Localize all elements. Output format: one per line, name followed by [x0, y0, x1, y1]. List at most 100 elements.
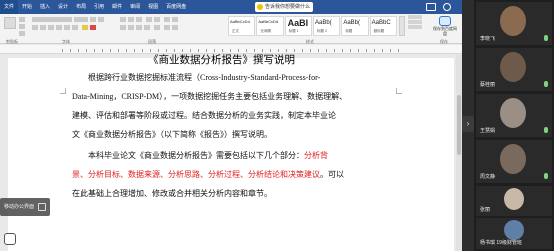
bold-icon[interactable]: [32, 25, 38, 30]
shrink-font-icon[interactable]: [98, 17, 104, 22]
style-sample: AaBb(: [343, 20, 360, 26]
tab-insert[interactable]: 插入: [36, 0, 54, 14]
copy-icon[interactable]: [19, 24, 25, 29]
style-heading-1[interactable]: AaBl 标题 1: [284, 16, 312, 36]
participant-tile[interactable]: 张丽: [476, 186, 552, 216]
tab-design[interactable]: 设计: [54, 0, 72, 14]
style-subtitle[interactable]: AaBbC 副标题: [369, 16, 397, 36]
collapse-panel-button[interactable]: ›: [462, 116, 474, 132]
bullets-icon[interactable]: [120, 17, 126, 22]
ruler-tick: [134, 49, 135, 52]
styles-gallery: AaBbCcDd 正文 AaBbCcDd 无间隔 AaBl 标题 1 AaBb(…: [228, 16, 398, 36]
mic-icon: [544, 173, 548, 179]
ruler-tick: [78, 49, 79, 52]
ruler-tick: [310, 49, 311, 52]
app-icon[interactable]: [4, 233, 16, 245]
editing-group: [408, 15, 428, 30]
style-title[interactable]: AaBb( 标题: [341, 16, 369, 36]
paragraph-2-line-1: 本科毕业论文《商业数据分析报告》需要包括以下几个部分：分析背: [88, 150, 328, 161]
multilevel-list-icon[interactable]: [136, 17, 142, 22]
tab-mailings[interactable]: 邮件: [108, 0, 126, 14]
ruler-tick: [102, 49, 103, 52]
show-marks-icon[interactable]: [172, 17, 178, 22]
decrease-indent-icon[interactable]: [146, 17, 152, 22]
shading-icon[interactable]: [164, 25, 170, 30]
style-heading-2[interactable]: AaBb( 标题 2: [312, 16, 341, 36]
font-name-select[interactable]: [32, 17, 72, 22]
meeting-toolbar-overlay[interactable]: 移动办公界面: [0, 198, 50, 216]
participant-avatar: [504, 220, 524, 240]
style-sample: AaBb(: [314, 20, 332, 26]
align-right-icon[interactable]: [136, 25, 142, 30]
ruler-tick: [142, 49, 143, 52]
margin-corner-mark: [396, 88, 402, 94]
paste-icon[interactable]: [4, 17, 16, 29]
style-normal[interactable]: AaBbCcDd 正文: [228, 16, 256, 36]
tab-layout[interactable]: 布局: [72, 0, 90, 14]
style-no-spacing[interactable]: AaBbCcDd 无间隔: [256, 16, 284, 36]
increase-indent-icon[interactable]: [154, 17, 160, 22]
styles-more-button[interactable]: [399, 16, 405, 36]
strikethrough-icon[interactable]: [56, 25, 62, 30]
superscript-icon[interactable]: [72, 25, 78, 30]
borders-icon[interactable]: [172, 25, 178, 30]
align-left-icon[interactable]: [120, 25, 126, 30]
save-to-netdisk-button[interactable]: 保存到百度网盘: [432, 16, 458, 36]
participant-tile[interactable]: 蔡桂丽: [476, 48, 552, 91]
italic-icon[interactable]: [40, 25, 46, 30]
share-icon[interactable]: [426, 3, 436, 11]
align-center-icon[interactable]: [128, 25, 134, 30]
scrollbar-thumb[interactable]: [457, 95, 461, 155]
format-painter-icon[interactable]: [19, 31, 25, 36]
ruler-tick: [110, 49, 111, 52]
cut-icon[interactable]: [19, 17, 25, 22]
underline-icon[interactable]: [48, 25, 54, 30]
ribbon-tabs: 文件 开始 插入 设计 布局 引用 邮件 审阅 视图 百度网盘: [0, 0, 190, 14]
ruler-tick: [390, 49, 391, 52]
word-window: 文件 开始 插入 设计 布局 引用 邮件 审阅 视图 百度网盘 告诉我你想要做什…: [0, 0, 462, 251]
ruler-tick: [86, 49, 87, 52]
vertical-scrollbar[interactable]: [456, 55, 462, 251]
mic-icon: [544, 35, 548, 41]
participant-tile[interactable]: 李晓飞: [476, 2, 552, 45]
numbering-icon[interactable]: [128, 17, 134, 22]
mic-icon: [544, 127, 548, 133]
replace-button[interactable]: [408, 20, 422, 24]
participant-tile[interactable]: 杨书琪 19级财管班: [476, 218, 552, 249]
style-name: 无间隔: [260, 29, 271, 33]
ruler-tick: [326, 49, 327, 52]
ruler-tick: [374, 49, 375, 52]
paragraph-1-line-2: Data-Mining，CRISP-DM），一项数据挖掘任务主要包括业务理解、数…: [72, 92, 348, 101]
ruler-tick: [350, 49, 351, 52]
justify-icon[interactable]: [144, 25, 150, 30]
participant-tile[interactable]: 周文静: [476, 140, 552, 183]
paragraph-2-text: 。可以: [320, 170, 344, 179]
tab-review[interactable]: 审阅: [126, 0, 144, 14]
style-name: 标题: [345, 29, 353, 33]
paragraph-2-highlight: 景、分析目标、数据来源、分析思路、分析过程、分析结论和决策建议: [72, 170, 320, 179]
highlight-icon[interactable]: [82, 25, 88, 30]
tab-baidu-netdisk[interactable]: 百度网盘: [162, 0, 190, 14]
tab-references[interactable]: 引用: [90, 0, 108, 14]
font-color-icon[interactable]: [90, 25, 96, 30]
tell-me-search[interactable]: 告诉我你想要做什么: [255, 2, 314, 12]
subscript-icon[interactable]: [64, 25, 70, 30]
participant-name: 王慧娟: [480, 128, 496, 134]
participant-avatar: [500, 52, 526, 82]
account-icon[interactable]: [443, 3, 451, 11]
ruler-tick: [398, 49, 399, 52]
tab-home[interactable]: 开始: [18, 0, 36, 14]
font-size-select[interactable]: [74, 17, 88, 22]
select-button[interactable]: [408, 25, 422, 29]
paragraph-1-line-1: 根据跨行业数据挖掘标准流程（Cross-Industry-Standard-Pr…: [88, 73, 321, 82]
ruler-tick: [118, 49, 119, 52]
sort-icon[interactable]: [164, 17, 170, 22]
participant-name: 蔡桂丽: [480, 82, 496, 88]
grow-font-icon[interactable]: [90, 17, 96, 22]
line-spacing-icon[interactable]: [154, 25, 160, 30]
tab-file[interactable]: 文件: [0, 0, 19, 14]
participant-name: 张丽: [480, 207, 491, 213]
find-button[interactable]: [408, 15, 422, 19]
tab-view[interactable]: 视图: [144, 0, 162, 14]
participant-tile[interactable]: 王慧娟: [476, 94, 552, 137]
